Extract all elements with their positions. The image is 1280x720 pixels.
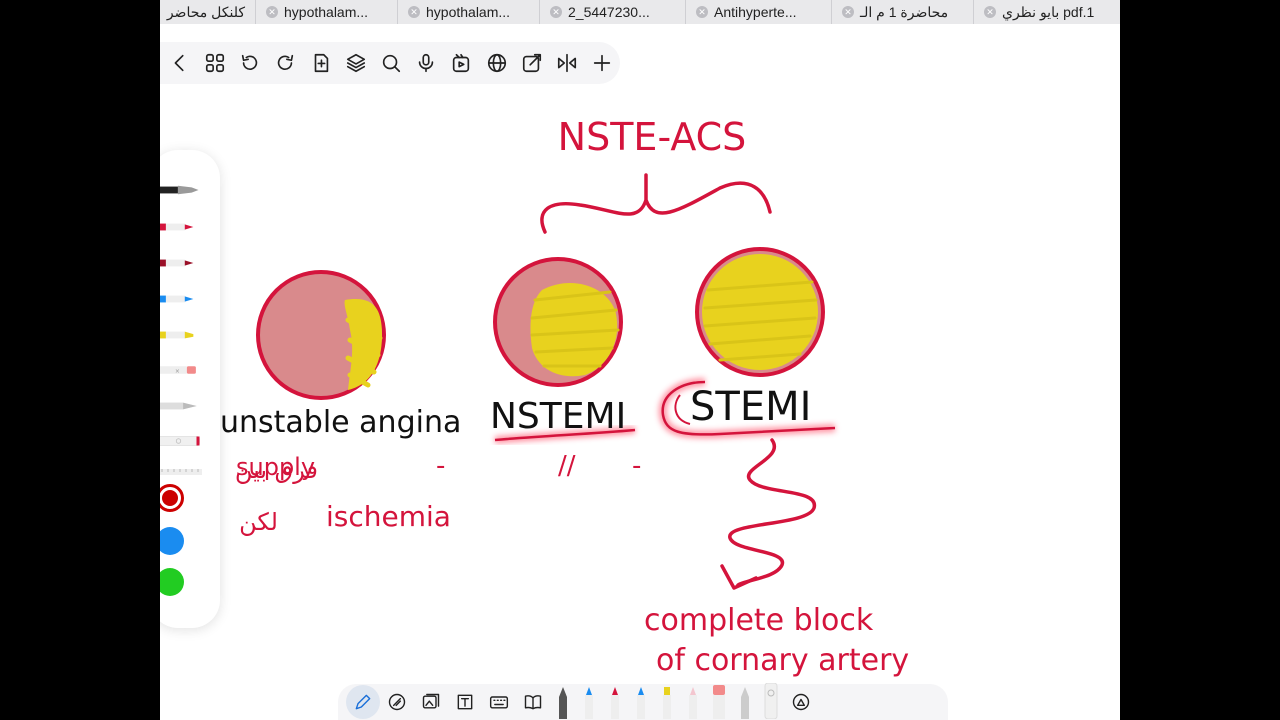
lasso-tool-icon[interactable] xyxy=(160,435,210,447)
book-icon xyxy=(524,695,542,710)
bottom-blue-fineliner[interactable] xyxy=(628,685,654,719)
app-screen: كلنكل محاضر ✕ hypothalam... ✕ hypothalam..… xyxy=(160,0,1120,720)
lasso-tool-icon xyxy=(764,683,778,719)
bottom-pink-pen[interactable] xyxy=(680,685,706,719)
bottom-yellow-highlighter[interactable] xyxy=(654,685,680,719)
unstable-angina-label: unstable angina xyxy=(220,405,461,440)
text-box-icon xyxy=(457,694,473,710)
note-canvas[interactable]: NSTE-ACS unstable angina فرق بين supply … xyxy=(160,0,1120,720)
bottom-blue-pen[interactable] xyxy=(576,685,602,719)
arrow-head xyxy=(720,564,758,590)
red-fineliner-icon[interactable] xyxy=(160,221,205,233)
stemi-infarct-fill xyxy=(702,254,818,370)
pen-tool-icon xyxy=(355,694,371,710)
green-color-swatch[interactable] xyxy=(160,568,184,596)
bottom-fountain-pen[interactable] xyxy=(550,685,576,719)
book-button[interactable] xyxy=(516,685,550,719)
pen-tool-button[interactable] xyxy=(346,685,380,719)
yellow-highlighter-icon xyxy=(663,687,671,719)
pencil-icon xyxy=(741,687,749,719)
stemi-note-line-2: of cornary artery xyxy=(656,643,909,678)
dark-red-pen-icon[interactable] xyxy=(160,257,205,269)
grouping-brace xyxy=(540,173,772,234)
highlighter-button[interactable] xyxy=(380,685,414,719)
blue-pen-icon xyxy=(585,687,593,719)
red-color-dot xyxy=(162,490,178,506)
fountain-pen-icon xyxy=(559,687,567,719)
yellow-highlighter-icon[interactable] xyxy=(160,329,205,341)
eraser-icon xyxy=(713,685,725,719)
ua-note-supply: supply xyxy=(236,453,315,481)
image-icon xyxy=(422,693,440,709)
ruler-icon[interactable] xyxy=(160,466,205,478)
title-nste-acs: NSTE-ACS xyxy=(558,115,747,159)
nstemi-mark-dash: - xyxy=(632,451,641,481)
pen-tray: × xyxy=(160,150,220,628)
blue-pen-icon[interactable] xyxy=(160,293,205,305)
ua-note-ischemia: ischemia xyxy=(326,500,451,533)
shapes-icon xyxy=(792,693,810,711)
red-color-swatch[interactable] xyxy=(160,484,184,512)
red-pen-icon xyxy=(611,687,619,719)
bottom-lasso[interactable] xyxy=(758,683,784,719)
bottom-pencil[interactable] xyxy=(732,685,758,719)
highlighter-icon xyxy=(388,693,406,711)
blue-color-swatch[interactable] xyxy=(160,527,184,555)
squiggle-arrow xyxy=(728,438,816,587)
stemi-label: STEMI xyxy=(690,384,811,430)
nstemi-mark-slashes: // xyxy=(558,451,576,481)
bottom-red-pen[interactable] xyxy=(602,685,628,719)
pink-pen-icon xyxy=(689,687,697,719)
bottom-toolbar xyxy=(338,683,948,720)
text-box-button[interactable] xyxy=(448,685,482,719)
svg-text:×: × xyxy=(175,368,180,375)
fountain-pen-icon[interactable] xyxy=(160,184,205,196)
ua-note-arabic-2: لكن xyxy=(239,508,278,536)
bottom-eraser[interactable] xyxy=(706,685,732,719)
shapes-button[interactable] xyxy=(784,685,818,719)
keyboard-button[interactable] xyxy=(482,685,516,719)
pencil-icon[interactable] xyxy=(160,400,205,412)
stemi-note-line-1: complete block xyxy=(644,603,874,638)
ua-note-dash: - xyxy=(436,451,445,481)
blue-fineliner-icon xyxy=(637,687,645,719)
image-button[interactable] xyxy=(414,685,448,719)
stemi-bracket-inner xyxy=(674,394,691,425)
nstemi-label: NSTEMI xyxy=(490,396,626,437)
keyboard-icon xyxy=(489,696,509,709)
eraser-icon[interactable]: × xyxy=(160,364,205,376)
